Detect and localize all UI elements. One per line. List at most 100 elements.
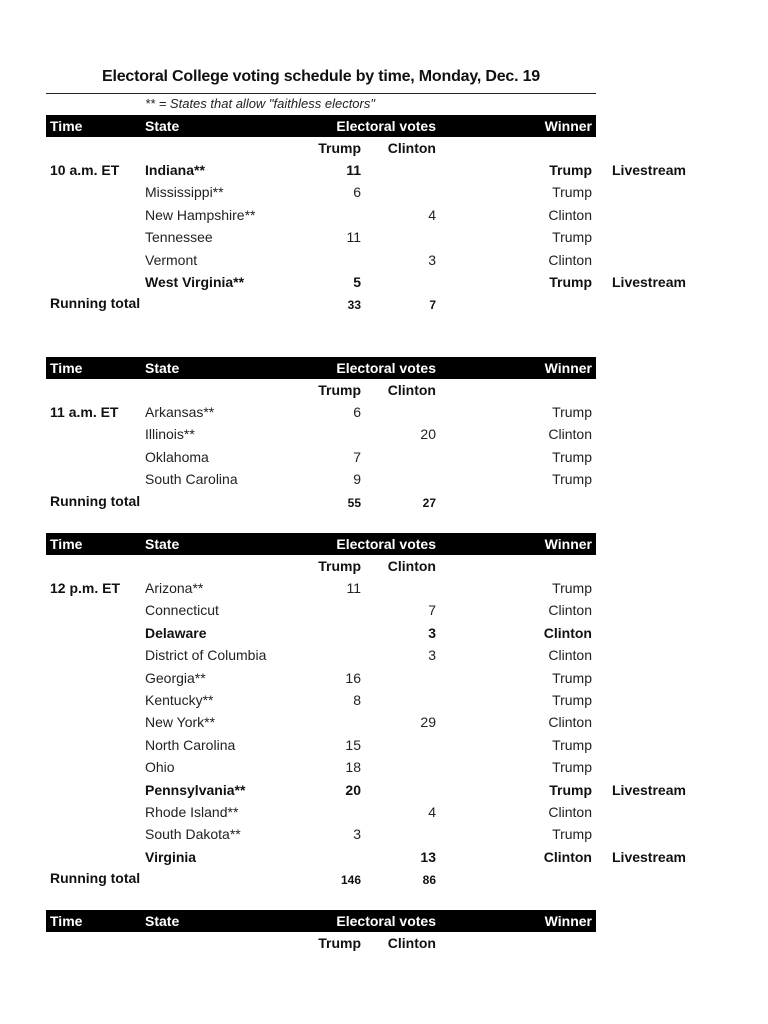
livestream-link[interactable]: Livestream — [612, 849, 686, 865]
winner: Clinton — [548, 803, 592, 820]
state-name: Virginia — [145, 848, 197, 865]
table-row: 10 a.m. ET Indiana** 11 Trump Livestream — [46, 159, 706, 181]
header-time: Time — [50, 536, 83, 552]
clinton-votes: 3 — [428, 647, 436, 664]
trump-votes: 9 — [353, 471, 361, 488]
header-winner: Winner — [544, 118, 592, 134]
table-header: Time State Electoral votes Winner — [46, 357, 596, 379]
winner: Trump — [552, 826, 592, 843]
trump-votes: 8 — [353, 691, 361, 708]
state-name: West Virginia** — [145, 273, 245, 290]
time-slot: 12 p.m. ET — [50, 580, 121, 596]
time-slot: 10 a.m. ET — [50, 162, 120, 178]
state-name: Rhode Island** — [145, 803, 239, 820]
table-row: West Virginia** 5 Trump Livestream — [46, 271, 706, 293]
table-row: Ohio 18 Trump — [46, 756, 706, 778]
header-state: State — [145, 118, 180, 134]
subheader-trump: Trump — [318, 140, 361, 156]
state-name: Arizona** — [145, 580, 204, 596]
state-name: District of Columbia — [145, 647, 267, 664]
table-row: Oklahoma 7 Trump — [46, 446, 706, 468]
running-total-label: Running total — [50, 492, 141, 509]
table-row: South Carolina 9 Trump — [46, 468, 706, 490]
running-total-clinton: 86 — [422, 873, 436, 888]
table-row: Vermont 3 Clinton — [46, 249, 706, 271]
trump-votes: 11 — [346, 162, 361, 178]
header-time: Time — [50, 118, 83, 134]
winner: Clinton — [548, 714, 592, 731]
livestream-link[interactable]: Livestream — [612, 162, 686, 178]
schedule-section: Time State Electoral votes Winner Trump Clint… — [46, 910, 706, 954]
header-electoral-votes: Electoral votes — [336, 360, 436, 376]
table-row: Tennessee 11 Trump — [46, 226, 706, 248]
header-electoral-votes: Electoral votes — [336, 118, 436, 134]
table-row: District of Columbia 3 Clinton — [46, 644, 706, 666]
trump-votes: 11 — [346, 580, 361, 596]
state-name: Delaware — [145, 624, 207, 641]
subheader-clinton: Clinton — [387, 382, 436, 398]
table-row: South Dakota** 3 Trump — [46, 823, 706, 845]
trump-votes: 6 — [353, 184, 361, 201]
state-name: Indiana** — [145, 162, 205, 178]
subheader-clinton: Clinton — [387, 140, 436, 156]
winner: Clinton — [548, 251, 592, 268]
state-name: Ohio — [145, 759, 175, 776]
subheader-clinton: Clinton — [387, 558, 436, 574]
winner: Trump — [552, 759, 592, 776]
livestream-link[interactable]: Livestream — [612, 782, 686, 798]
header-state: State — [145, 913, 180, 929]
clinton-votes: 29 — [420, 714, 436, 731]
header-time: Time — [50, 913, 83, 929]
state-name: Tennessee — [145, 229, 213, 246]
state-name: Arkansas** — [145, 404, 215, 420]
state-name: North Carolina — [145, 736, 236, 753]
running-total-row: Running total 33 7 — [46, 293, 706, 315]
state-name: South Carolina — [145, 471, 238, 488]
table-row: Virginia 13 Clinton Livestream — [46, 846, 706, 868]
table-row: 11 a.m. ET Arkansas** 6 Trump — [46, 401, 706, 423]
subheader-trump: Trump — [318, 558, 361, 574]
winner: Trump — [552, 448, 592, 465]
winner: Clinton — [548, 602, 592, 619]
header-electoral-votes: Electoral votes — [336, 913, 436, 929]
table-row: Illinois** 20 Clinton — [46, 423, 706, 445]
table-row: Georgia** 16 Trump — [46, 667, 706, 689]
candidate-subheader: Trump Clinton — [46, 137, 706, 159]
state-name: South Dakota** — [145, 826, 241, 843]
running-total-row: Running total 146 86 — [46, 868, 706, 890]
title-divider — [46, 93, 596, 94]
state-name: Vermont — [145, 251, 198, 268]
header-time: Time — [50, 360, 83, 376]
header-winner: Winner — [544, 536, 592, 552]
table-row: Delaware 3 Clinton — [46, 622, 706, 644]
header-state: State — [145, 536, 180, 552]
winner: Trump — [552, 691, 592, 708]
winner: Trump — [552, 229, 592, 246]
page-title: Electoral College voting schedule by tim… — [101, 68, 540, 85]
livestream-link[interactable]: Livestream — [612, 274, 686, 290]
trump-votes: 16 — [345, 669, 361, 686]
state-name: Connecticut — [145, 602, 219, 619]
table-header: Time State Electoral votes Winner — [46, 910, 596, 932]
table-row: Rhode Island** 4 Clinton — [46, 801, 706, 823]
winner: Clinton — [548, 206, 592, 223]
running-total-clinton: 27 — [422, 495, 436, 510]
winner: Trump — [549, 781, 592, 798]
trump-votes: 5 — [353, 273, 361, 290]
trump-votes: 6 — [353, 404, 361, 420]
subheader-clinton: Clinton — [387, 935, 436, 951]
state-name: New Hampshire** — [145, 206, 256, 223]
running-total-trump: 146 — [340, 873, 361, 888]
state-name: Pennsylvania** — [145, 781, 246, 798]
clinton-votes: 4 — [428, 206, 436, 223]
winner: Clinton — [543, 848, 592, 865]
state-name: Illinois** — [145, 426, 195, 443]
trump-votes: 11 — [346, 229, 361, 246]
clinton-votes: 4 — [428, 803, 436, 820]
running-total-label: Running total — [50, 295, 141, 312]
candidate-subheader: Trump Clinton — [46, 555, 706, 577]
winner: Trump — [549, 162, 592, 178]
clinton-votes: 3 — [428, 251, 436, 268]
running-total-row: Running total 55 27 — [46, 491, 706, 513]
table-row: Mississippi** 6 Trump — [46, 181, 706, 203]
